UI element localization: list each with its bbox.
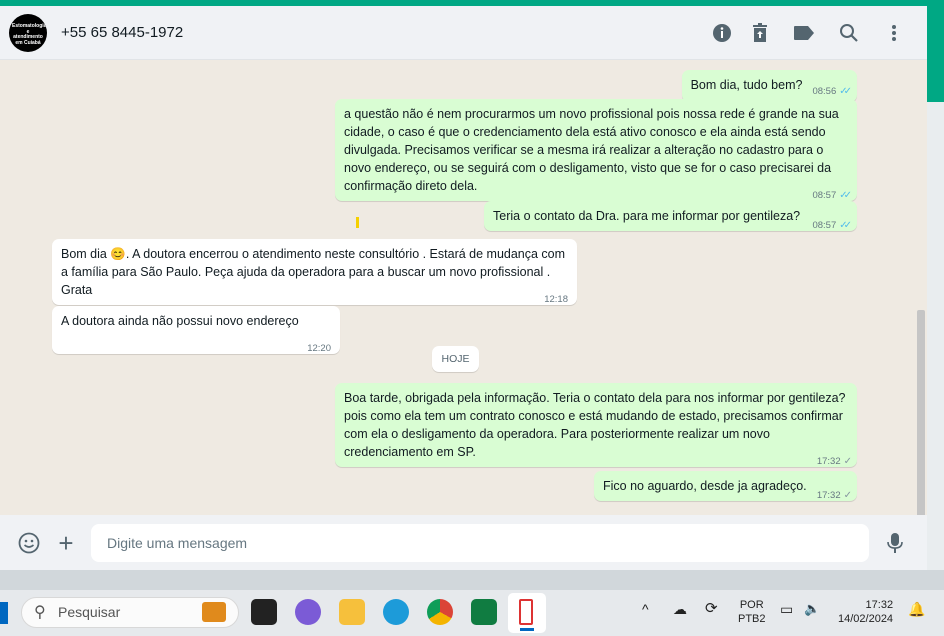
message-input[interactable]: Digite uma mensagem [91, 524, 869, 562]
message-time: 12:20 [307, 343, 331, 354]
message-text: Fico no aguardo, desde ja agradeço. [603, 479, 807, 493]
task-view-icon[interactable] [251, 599, 277, 625]
message-meta: 17:32 ✓ [816, 453, 853, 471]
message-meta: 12:18 [544, 291, 568, 309]
message-text: Teria o contato da Dra. para me informar… [493, 209, 801, 223]
excel-icon[interactable] [471, 599, 497, 625]
text-cursor-marker [356, 217, 359, 228]
info-icon[interactable] [711, 22, 733, 44]
menu-icon[interactable] [883, 22, 905, 44]
sent-tick-icon: ✓ [843, 490, 853, 501]
search-label: Pesquisar [58, 604, 121, 620]
message-list: Bom dia, tudo bem? 08:56 ✓✓ a questão não … [0, 60, 927, 565]
sent-tick-icon: ✓ [843, 456, 853, 467]
message-time: 17:32 [816, 490, 841, 501]
message-text: Bom dia, tudo bem? [690, 78, 803, 92]
message-outgoing: Fico no aguardo, desde ja agradeço. 17:32… [594, 471, 857, 501]
message-meta: 08:57 ✓✓ [812, 217, 852, 235]
message-outgoing: Teria o contato da Dra. para me informar… [484, 201, 857, 231]
read-ticks-icon: ✓✓ [839, 86, 852, 97]
file-explorer-icon[interactable] [339, 599, 365, 625]
day-divider: HOJE [432, 346, 479, 372]
avatar-logo-text: Estomatologia e atendimento em Cuiabá [12, 23, 47, 46]
window-edge [927, 102, 944, 570]
volume-icon[interactable]: 🔈 [804, 602, 820, 616]
trash-icon[interactable] [749, 22, 771, 44]
message-outgoing: a questão não é nem procurarmos um novo … [335, 99, 857, 201]
search-icon: ⚲ [34, 604, 46, 621]
label-icon[interactable] [793, 22, 815, 44]
clock[interactable]: 17:32 14/02/2024 [838, 598, 893, 626]
message-text: Boa tarde, obrigada pela informação. Ter… [344, 391, 846, 459]
edge-icon[interactable] [383, 599, 409, 625]
clock-date: 14/02/2024 [838, 613, 894, 625]
avatar[interactable]: Estomatologia e atendimento em Cuiabá [9, 14, 47, 52]
chevron-up-icon[interactable]: ^ [642, 602, 649, 616]
message-time: 17:32 [816, 456, 841, 467]
message-meta: 17:32 ✓ [816, 487, 853, 505]
taskbar: ⚲ Pesquisar ^ ☁ ⟳ POR PTB2 ▭ 🔈 17:32 14/02/… [0, 590, 944, 636]
read-ticks-icon: ✓✓ [839, 190, 852, 201]
language-indicator[interactable]: POR PTB2 [738, 598, 766, 626]
lang-line2: PTB2 [738, 613, 766, 625]
cloud-offline-icon[interactable]: ☁ [673, 602, 687, 616]
clock-time: 17:32 [865, 599, 894, 611]
right-accent-band [927, 0, 944, 102]
message-time: 08:57 [812, 220, 837, 231]
teams-icon[interactable] [295, 599, 321, 625]
message-outgoing: Boa tarde, obrigada pela informação. Ter… [335, 383, 857, 467]
network-icon[interactable]: ▭ [780, 602, 793, 616]
message-time: 08:57 [812, 190, 837, 201]
message-text: a questão não é nem procurarmos um novo … [344, 107, 839, 193]
emoji-icon[interactable] [16, 530, 42, 556]
start-icon[interactable] [0, 602, 8, 624]
microphone-icon[interactable] [882, 530, 908, 556]
chrome-icon[interactable] [427, 599, 453, 625]
briefcase-icon [202, 602, 226, 622]
read-ticks-icon: ✓✓ [839, 220, 852, 231]
chat-header: Estomatologia e atendimento em Cuiabá +5… [0, 6, 927, 60]
message-outgoing: Bom dia, tudo bem? 08:56 ✓✓ [681, 70, 857, 102]
sync-icon[interactable]: ⟳ [705, 601, 718, 616]
contact-name[interactable]: +55 65 8445-1972 [61, 24, 183, 41]
attach-plus-icon[interactable]: + [53, 528, 79, 558]
message-time: 08:56 [812, 86, 837, 97]
message-time: 12:18 [544, 294, 568, 305]
search-icon[interactable] [838, 22, 860, 44]
message-incoming: A doutora ainda não possui novo endereço… [52, 306, 340, 354]
message-incoming: Bom dia 😊. A doutora encerrou o atendime… [52, 239, 577, 305]
lang-line1: POR [739, 599, 764, 611]
compose-bar: + Digite uma mensagem [0, 515, 927, 570]
message-text: A doutora ainda não possui novo endereço [61, 314, 299, 328]
snipping-tool-icon[interactable] [508, 593, 546, 633]
taskbar-search[interactable]: ⚲ Pesquisar [21, 597, 239, 628]
message-meta: 12:20 [307, 340, 331, 358]
notification-bell-icon[interactable]: 🔔 [908, 602, 925, 616]
message-text: Bom dia 😊. A doutora encerrou o atendime… [61, 247, 566, 297]
